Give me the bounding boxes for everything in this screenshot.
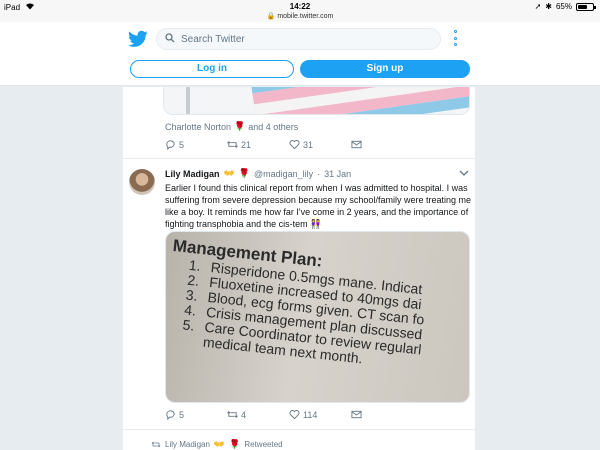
reply-button[interactable]: 5 xyxy=(165,409,227,420)
like-button[interactable]: 31 xyxy=(289,139,351,150)
author-name[interactable]: Lily Madigan xyxy=(165,169,220,179)
tweet-photo[interactable]: Management Plan: 1. Risperidone 0.5mgs ma… xyxy=(165,231,470,403)
bluetooth-icon: ✱ xyxy=(545,2,552,11)
rose-icon: 🌹 xyxy=(238,168,250,178)
retweeted-by-line[interactable]: Lily Madigan 👐 🌹 Retweeted xyxy=(151,439,283,450)
liked-by-rest: and 4 others xyxy=(248,121,299,132)
envelope-icon xyxy=(351,410,362,419)
liked-by-name: Charlotte Norton xyxy=(165,121,232,132)
retweeter-name: Lily Madigan xyxy=(165,440,210,449)
signup-button[interactable]: Sign up xyxy=(300,60,470,78)
login-button[interactable]: Log in xyxy=(130,60,294,78)
retweet-icon xyxy=(227,411,238,418)
heart-icon xyxy=(289,140,300,150)
reply-count: 5 xyxy=(179,139,185,150)
retweet-button[interactable]: 21 xyxy=(227,139,289,150)
liked-by-line[interactable]: Charlotte Norton 🌹 and 4 others xyxy=(165,121,298,132)
timeline: Charlotte Norton 🌹 and 4 others 5 21 31 … xyxy=(122,87,476,450)
url-bar[interactable]: 🔒 mobile.twitter.com xyxy=(0,12,600,20)
like-button[interactable]: 114 xyxy=(289,409,351,420)
rose-icon: 🌹 xyxy=(229,439,241,449)
retweet-icon xyxy=(151,441,161,448)
tweet-header: Lily Madigan 👐 🌹 @madigan_lily · 31 Jan xyxy=(165,168,352,179)
rose-icon: 🌹 xyxy=(234,121,246,131)
management-plan-document: Management Plan: 1. Risperidone 0.5mgs ma… xyxy=(166,236,469,381)
heart-icon xyxy=(289,410,300,420)
more-options-icon[interactable] xyxy=(452,30,458,46)
location-icon: ➚ xyxy=(534,2,542,11)
status-bar: iPad 14:22 🔒 mobile.twitter.com ➚ ✱ 65% xyxy=(0,0,600,22)
retweeted-label: Retweeted xyxy=(244,440,283,449)
clapping-emoji-icon: 👐 xyxy=(213,439,226,449)
reply-icon xyxy=(166,410,175,420)
twitter-bird-icon[interactable] xyxy=(128,30,148,48)
twitter-header: Log in Sign up xyxy=(0,22,600,86)
retweet-count: 4 xyxy=(241,409,247,420)
tweet-text: Earlier I found this clinical report fro… xyxy=(165,182,473,230)
battery-icon xyxy=(576,2,596,11)
lock-icon: 🔒 xyxy=(266,13,276,20)
battery-percent: 65% xyxy=(555,2,572,11)
like-count: 31 xyxy=(303,139,314,150)
retweet-count: 21 xyxy=(241,139,252,150)
author-handle[interactable]: @madigan_lily xyxy=(254,169,313,179)
search-box[interactable] xyxy=(156,28,441,50)
search-icon xyxy=(165,30,175,48)
tweet2-actions: 5 4 114 xyxy=(165,409,413,420)
tweet1-actions: 5 21 31 xyxy=(165,139,413,150)
url-text: mobile.twitter.com xyxy=(277,13,334,20)
chevron-down-icon[interactable] xyxy=(459,169,469,177)
clock: 14:22 xyxy=(289,2,311,11)
dm-button[interactable] xyxy=(351,139,413,150)
tweet-date[interactable]: 31 Jan xyxy=(324,169,351,179)
trans-flag-image xyxy=(250,87,469,114)
avatar[interactable] xyxy=(129,169,155,195)
retweet-icon xyxy=(227,141,238,148)
reply-count: 5 xyxy=(179,409,185,420)
battery-level xyxy=(578,4,588,9)
like-count: 114 xyxy=(303,409,318,420)
reply-button[interactable]: 5 xyxy=(165,139,227,150)
clapping-emoji-icon: 👐 xyxy=(223,168,235,178)
envelope-icon xyxy=(351,140,362,149)
dm-button[interactable] xyxy=(351,409,413,420)
people-emoji-icon: 👭 xyxy=(310,219,322,229)
retweet-button[interactable]: 4 xyxy=(227,409,289,420)
tweet-media-flag[interactable] xyxy=(163,87,470,115)
search-input[interactable] xyxy=(181,33,421,45)
reply-icon xyxy=(166,140,175,150)
